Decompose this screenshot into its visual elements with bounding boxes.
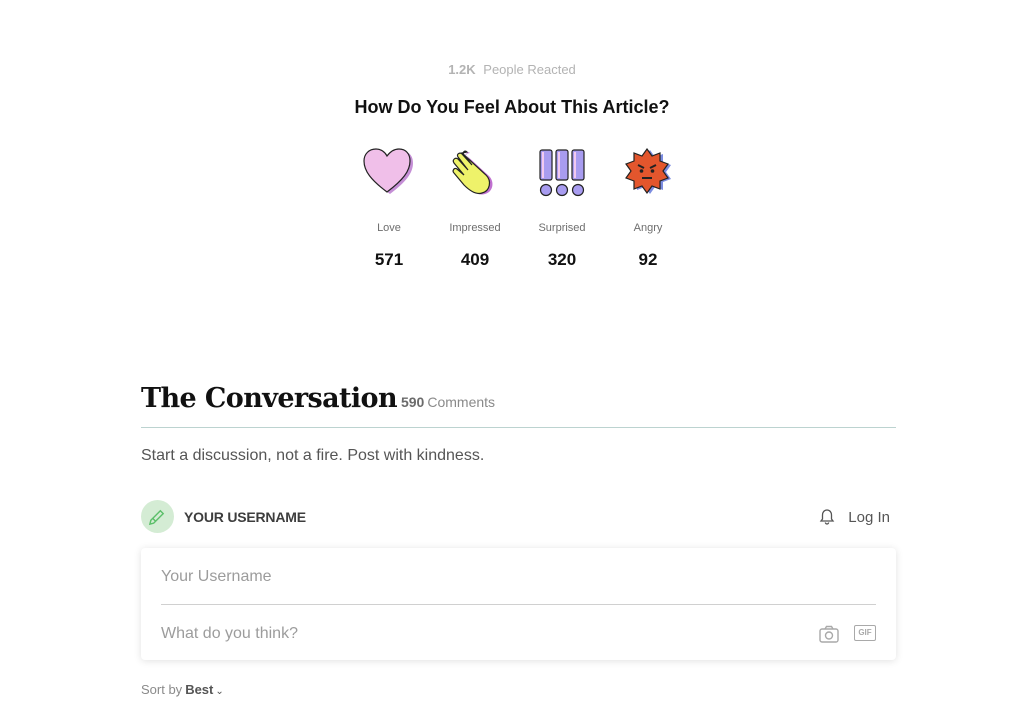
pencil-icon (148, 509, 165, 526)
conversation-title: The Conversation (141, 383, 398, 414)
comment-form: GIF (141, 548, 896, 660)
exclamation-icon (536, 146, 588, 198)
reaction-love-label: Love (377, 222, 401, 234)
user-row: YOUR USERNAME Log In (141, 500, 896, 534)
reaction-love-count: 571 (374, 250, 404, 269)
comment-form-divider (161, 604, 876, 605)
reaction-surprised-label: Surprised (538, 222, 586, 234)
reactions-total-count: 1.2K (448, 62, 476, 77)
reaction-impressed-count: 409 (460, 250, 490, 269)
reaction-angry-button[interactable]: Angry 92 (608, 146, 688, 270)
reaction-surprised-count: 320 (547, 250, 577, 269)
sort-label: Sort by (141, 682, 183, 697)
sort-value: Best (185, 682, 214, 697)
conversation-header: The Conversation 590 Comments (141, 383, 896, 428)
conversation-subtitle: Start a discussion, not a fire. Post wit… (141, 447, 485, 464)
camera-icon[interactable] (819, 625, 839, 643)
comment-count: 590 (400, 394, 425, 410)
reaction-surprised-button[interactable]: Surprised 320 (522, 146, 602, 270)
gif-icon[interactable]: GIF (854, 625, 876, 641)
angry-face-icon (622, 146, 674, 198)
bell-icon[interactable] (818, 508, 836, 526)
reaction-impressed-label: Impressed (449, 222, 501, 234)
username: YOUR USERNAME (184, 509, 306, 525)
chevron-down-icon: ⌄ (215, 686, 224, 697)
heart-icon (363, 146, 415, 198)
reactions-total-label: People Reacted (483, 62, 576, 77)
username-input[interactable] (161, 567, 876, 587)
reaction-love-button[interactable]: Love 571 (349, 146, 429, 270)
avatar (141, 500, 174, 533)
reaction-impressed-button[interactable]: Impressed 409 (435, 146, 515, 270)
reaction-angry-label: Angry (633, 222, 663, 234)
reaction-angry-count: 92 (638, 250, 658, 269)
comment-text-input[interactable] (161, 624, 761, 644)
clapping-hands-icon (449, 146, 501, 198)
reactions-summary: 1.2K People Reacted (0, 62, 1024, 77)
login-button[interactable]: Log In (848, 509, 890, 526)
sort-dropdown[interactable]: Sort by Best ⌄ (141, 682, 224, 697)
reactions-title: How Do You Feel About This Article? (354, 97, 670, 117)
comment-count-label: Comments (427, 394, 496, 410)
